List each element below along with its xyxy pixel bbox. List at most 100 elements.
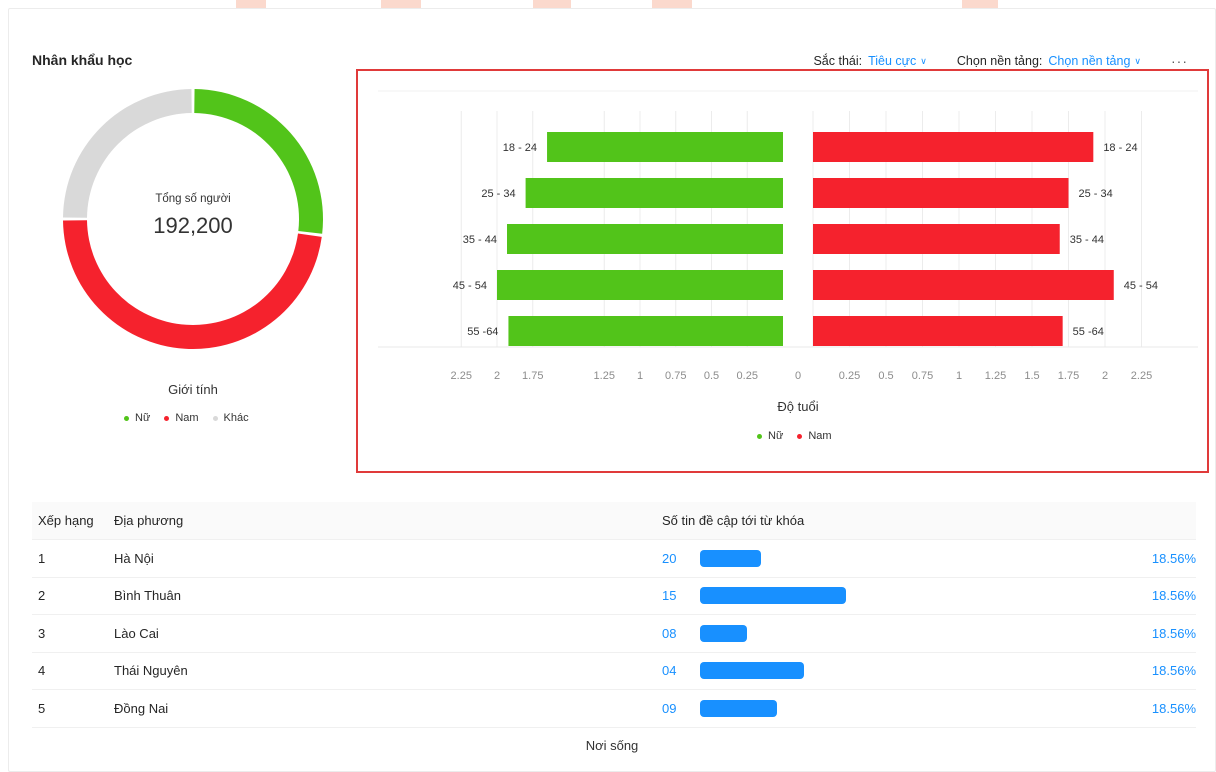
x-tick-label: 2: [494, 370, 500, 382]
x-tick-label: 2.25: [451, 370, 472, 382]
bar-female-55-64[interactable]: [508, 316, 783, 346]
age-legend: Nữ Nam: [757, 430, 832, 442]
table-row[interactable]: 4 Thái Nguyên 04 18.56%: [32, 653, 1196, 690]
row-count-value[interactable]: 08: [662, 626, 700, 641]
row-count-bar: [700, 587, 846, 605]
bar-male-25-34[interactable]: [813, 178, 1069, 208]
platform-label: Chọn nền tảng:: [956, 54, 1043, 68]
row-percent: 18.56%: [1151, 663, 1196, 679]
x-tick-label: 2: [1102, 370, 1108, 382]
table-caption: Nơi sống: [585, 738, 639, 753]
category-label-right: 55 -64: [1073, 326, 1104, 338]
row-rank: 2: [38, 588, 46, 604]
total-value: 192,200: [153, 213, 233, 238]
row-count: 15: [658, 587, 1148, 605]
x-tick-label: 1.25: [594, 370, 615, 382]
category-label-right: 35 - 44: [1070, 234, 1104, 246]
category-label-right: 25 - 34: [1079, 188, 1113, 200]
category-label-right: 45 - 54: [1124, 280, 1158, 292]
x-tick-label: 0.5: [704, 370, 719, 382]
total-caption: Tổng số người: [155, 193, 231, 205]
bar-male-35-44[interactable]: [813, 224, 1060, 254]
bar-female-18-24[interactable]: [547, 132, 783, 162]
top-banner-strip: [0, 0, 1216, 8]
bar-female-35-44[interactable]: [507, 224, 783, 254]
legend-item-female[interactable]: Nữ: [124, 412, 150, 424]
bar-male-45-54[interactable]: [813, 270, 1114, 300]
row-count-value[interactable]: 09: [662, 701, 700, 716]
row-count: 08: [658, 624, 1148, 642]
chevron-down-icon: ∨: [1134, 55, 1141, 66]
bar-female-45-54[interactable]: [497, 270, 783, 300]
row-rank: 3: [38, 625, 46, 641]
bar-female-25-34[interactable]: [525, 178, 783, 208]
legend-item-male[interactable]: Nam: [797, 430, 832, 442]
row-place: Hà Nội: [114, 550, 154, 566]
platform-dropdown[interactable]: Chọn nền tảng ∨: [1048, 54, 1141, 68]
header-place[interactable]: Địa phương: [110, 513, 658, 528]
chevron-down-icon: ∨: [920, 55, 927, 66]
gender-legend-title: Giới tính: [168, 382, 218, 397]
x-tick-label: 0.25: [839, 370, 860, 382]
category-label-left: 35 - 44: [463, 234, 497, 246]
legend-item-other[interactable]: Khác: [212, 412, 249, 424]
row-percent: 18.56%: [1151, 550, 1196, 566]
row-count-bar: [700, 549, 761, 567]
row-place: Lào Cai: [114, 625, 159, 641]
section-title: Nhân khẩu học: [32, 52, 133, 68]
row-count: 09: [658, 699, 1148, 717]
x-tick-label: 0.75: [912, 370, 933, 382]
age-pyramid-chart: 18 - 24 18 - 24 25 - 34 25 - 34 35 - 44 35 - …: [378, 90, 1198, 414]
category-label-left: 55 -64: [467, 326, 498, 338]
row-rank: 5: [38, 700, 46, 716]
filter-bar: Sắc thái: Tiêu cực ∨ Chọn nền tảng: Chọn…: [813, 53, 1188, 69]
x-tick-label: 0.75: [665, 370, 686, 382]
x-axis-title: Độ tuổi: [777, 399, 818, 414]
category-label-left: 18 - 24: [503, 142, 537, 154]
row-count-bar: [700, 662, 804, 680]
row-percent: 18.56%: [1151, 625, 1196, 641]
x-tick-label: 1.75: [1058, 370, 1079, 382]
row-place: Đồng Nai: [114, 700, 169, 716]
category-label-left: 25 - 34: [481, 188, 515, 200]
x-tick-label: 1: [956, 370, 962, 382]
row-percent: 18.56%: [1151, 588, 1196, 604]
row-count: 04: [658, 662, 1148, 680]
sentiment-dropdown[interactable]: Tiêu cực ∨: [868, 54, 927, 68]
row-count-value[interactable]: 20: [662, 551, 700, 566]
row-count-value[interactable]: 04: [662, 663, 700, 678]
row-count-value[interactable]: 15: [662, 588, 700, 603]
donut-center: Tổng số người 192,200: [62, 88, 324, 350]
table-row[interactable]: 5 Đồng Nai 09 18.56%: [32, 690, 1196, 728]
bar-male-18-24[interactable]: [813, 132, 1094, 162]
table-header: Xếp hạng Địa phương Số tin đề cập tới từ…: [32, 502, 1196, 540]
sentiment-label: Sắc thái:: [813, 54, 863, 68]
x-tick-label: 0: [795, 370, 801, 382]
table-row[interactable]: 3 Lào Cai 08 18.56%: [32, 615, 1196, 653]
header-rank[interactable]: Xếp hạng: [32, 513, 110, 528]
row-rank: 1: [38, 550, 46, 566]
row-count-bar: [700, 624, 747, 642]
table-row[interactable]: 1 Hà Nội 20 18.56%: [32, 540, 1196, 578]
location-table: Xếp hạng Địa phương Số tin đề cập tới từ…: [32, 502, 1196, 728]
category-label-left: 45 - 54: [453, 280, 487, 292]
category-label-right: 18 - 24: [1103, 142, 1137, 154]
x-tick-label: 0.25: [737, 370, 758, 382]
row-place: Bình Thuân: [114, 588, 181, 604]
legend-item-male[interactable]: Nam: [164, 412, 199, 424]
row-count: 20: [658, 549, 1148, 567]
legend-item-female[interactable]: Nữ: [757, 430, 783, 442]
x-tick-label: 1.25: [985, 370, 1006, 382]
table-body: 1 Hà Nội 20 18.56% 2 Bình Thuân 15 18.56% 3 Lào C…: [32, 540, 1196, 728]
row-place: Thái Nguyên: [114, 663, 188, 679]
x-tick-label: 2.25: [1131, 370, 1152, 382]
more-options-icon[interactable]: ···: [1171, 53, 1188, 69]
header-count[interactable]: Số tin đề cập tới từ khóa: [658, 513, 1148, 528]
gender-legend: Nữ Nam Khác: [124, 412, 249, 424]
sentiment-value: Tiêu cực: [868, 54, 917, 68]
bar-male-55-64[interactable]: [813, 316, 1063, 346]
row-count-bar: [700, 699, 777, 717]
table-row[interactable]: 2 Bình Thuân 15 18.56%: [32, 578, 1196, 615]
x-tick-label: 0.5: [878, 370, 893, 382]
x-tick-label: 1.75: [522, 370, 543, 382]
